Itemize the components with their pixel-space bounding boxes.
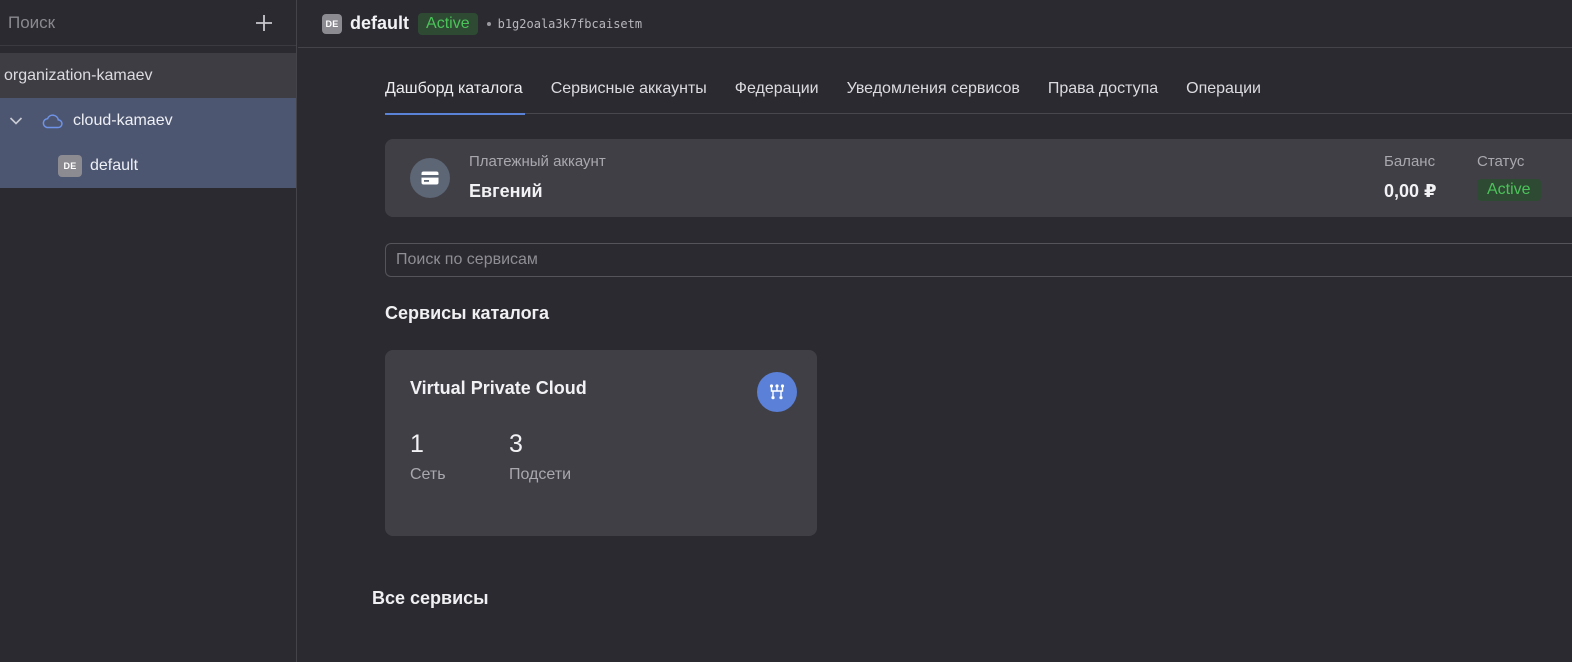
folder-badge: DE xyxy=(322,13,342,34)
credit-card-icon xyxy=(410,158,450,198)
folder-label: default xyxy=(90,156,139,174)
add-button[interactable] xyxy=(250,9,278,37)
separator-dot xyxy=(486,21,491,26)
organization-label: organization-kamaev xyxy=(4,66,153,84)
metric-label: Подсети xyxy=(509,466,572,483)
tab-access-rights[interactable]: Права доступа xyxy=(1048,64,1158,114)
sidebar-search: Поиск xyxy=(0,0,296,46)
tab-operations[interactable]: Операции xyxy=(1186,64,1261,114)
all-services-title: Все сервисы xyxy=(372,588,489,608)
tab-federations[interactable]: Федерации xyxy=(735,64,819,114)
tab-service-notifications[interactable]: Уведомления сервисов xyxy=(847,64,1020,114)
page-header: DE default Active b1g2oala3k7fbcaisetm xyxy=(298,0,1572,48)
chevron-down-icon[interactable] xyxy=(9,114,23,128)
folder-badge: DE xyxy=(58,154,82,177)
page-title: default xyxy=(350,13,410,33)
tab-bar: Дашборд каталога Сервисные аккаунты Феде… xyxy=(385,64,1572,115)
metric-label: Сеть xyxy=(410,466,446,483)
balance-caption: Баланс xyxy=(1384,153,1436,170)
status-badge: Active xyxy=(418,12,478,35)
status-caption: Статус xyxy=(1477,153,1525,170)
cloud-label: cloud-kamaev xyxy=(73,111,173,129)
service-search-input[interactable] xyxy=(385,243,1572,277)
catalog-services-title: Сервисы каталога xyxy=(385,303,550,323)
sidebar: Поиск organization-kamaev cloud-kamaev D… xyxy=(0,0,297,662)
folder-id[interactable]: b1g2oala3k7fbcaisetm xyxy=(498,17,643,31)
billing-account-name[interactable]: Евгений xyxy=(469,181,543,202)
balance-value: 0,00 ₽ xyxy=(1384,181,1437,201)
metric-value: 1 xyxy=(410,430,424,458)
billing-account-caption: Платежный аккаунт xyxy=(469,153,606,170)
sidebar-item-default[interactable]: DE default xyxy=(0,143,296,188)
sidebar-search-input[interactable]: Поиск xyxy=(8,13,250,33)
service-card-title: Virtual Private Cloud xyxy=(410,378,587,398)
sidebar-item-organization[interactable]: organization-kamaev xyxy=(0,53,296,98)
billing-account-card[interactable]: Платежный аккаунт Евгений Баланс 0,00 ₽ … xyxy=(385,139,1572,217)
cloud-icon xyxy=(41,113,63,129)
metric-subnets[interactable]: 3 Подсети xyxy=(509,430,571,484)
service-card-vpc[interactable]: Virtual Private Cloud 1 Сеть 3 Подсети xyxy=(385,350,817,536)
billing-status-badge: Active xyxy=(1477,179,1541,201)
tab-service-accounts[interactable]: Сервисные аккаунты xyxy=(551,64,707,114)
tab-dashboard[interactable]: Дашборд каталога xyxy=(385,64,525,115)
metric-value: 3 xyxy=(509,430,523,458)
metric-networks[interactable]: 1 Сеть xyxy=(410,430,446,484)
network-icon xyxy=(757,372,797,412)
plus-icon xyxy=(256,14,272,31)
sidebar-item-cloud[interactable]: cloud-kamaev xyxy=(0,98,296,143)
